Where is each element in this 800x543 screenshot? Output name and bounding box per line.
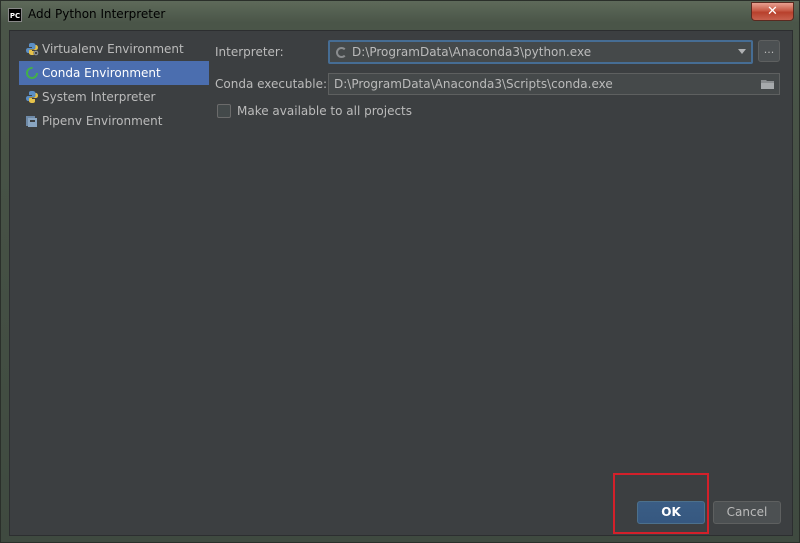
- dialog-content: Virtualenv Environment Conda Environment…: [9, 30, 793, 536]
- sidebar-item-label: Pipenv Environment: [42, 114, 163, 128]
- conda-icon: [26, 67, 38, 79]
- make-available-label: Make available to all projects: [237, 104, 413, 118]
- virtualenv-icon: [26, 43, 39, 56]
- interpreter-label: Interpreter:: [215, 45, 284, 59]
- annotation-highlight-box: [613, 473, 709, 534]
- browse-interpreter-button[interactable]: ...: [758, 40, 780, 62]
- sidebar-item-system-interpreter[interactable]: System Interpreter: [19, 85, 209, 109]
- conda-executable-label: Conda executable:: [215, 77, 328, 91]
- close-button[interactable]: ✕: [751, 2, 794, 21]
- environment-type-list: Virtualenv Environment Conda Environment…: [19, 37, 209, 137]
- sidebar-item-label: Virtualenv Environment: [42, 42, 184, 56]
- interpreter-select[interactable]: D:\ProgramData\Anaconda3\python.exe: [328, 40, 753, 64]
- interpreter-value: D:\ProgramData\Anaconda3\python.exe: [352, 45, 592, 59]
- folder-icon[interactable]: [761, 79, 774, 89]
- sidebar-item-pipenv[interactable]: Pipenv Environment: [19, 109, 209, 133]
- pipenv-icon: [26, 116, 37, 127]
- make-available-checkbox[interactable]: [217, 104, 231, 118]
- window-title: Add Python Interpreter: [28, 7, 166, 21]
- loading-spinner-icon: [336, 46, 347, 58]
- sidebar-item-virtualenv[interactable]: Virtualenv Environment: [19, 37, 209, 61]
- conda-executable-field[interactable]: D:\ProgramData\Anaconda3\Scripts\conda.e…: [328, 73, 780, 95]
- chevron-down-icon[interactable]: [738, 49, 746, 54]
- sidebar-item-label: System Interpreter: [42, 90, 156, 104]
- pycharm-app-icon: PC: [8, 8, 22, 22]
- cancel-button[interactable]: Cancel: [713, 501, 781, 524]
- title-bar[interactable]: PC Add Python Interpreter ✕: [1, 1, 799, 29]
- sidebar-item-label: Conda Environment: [42, 66, 161, 80]
- sidebar-item-conda[interactable]: Conda Environment: [19, 61, 209, 85]
- dialog-window: PC Add Python Interpreter ✕ Virtualenv E…: [0, 0, 800, 543]
- conda-executable-value: D:\ProgramData\Anaconda3\Scripts\conda.e…: [334, 77, 613, 91]
- python-icon: [26, 91, 38, 103]
